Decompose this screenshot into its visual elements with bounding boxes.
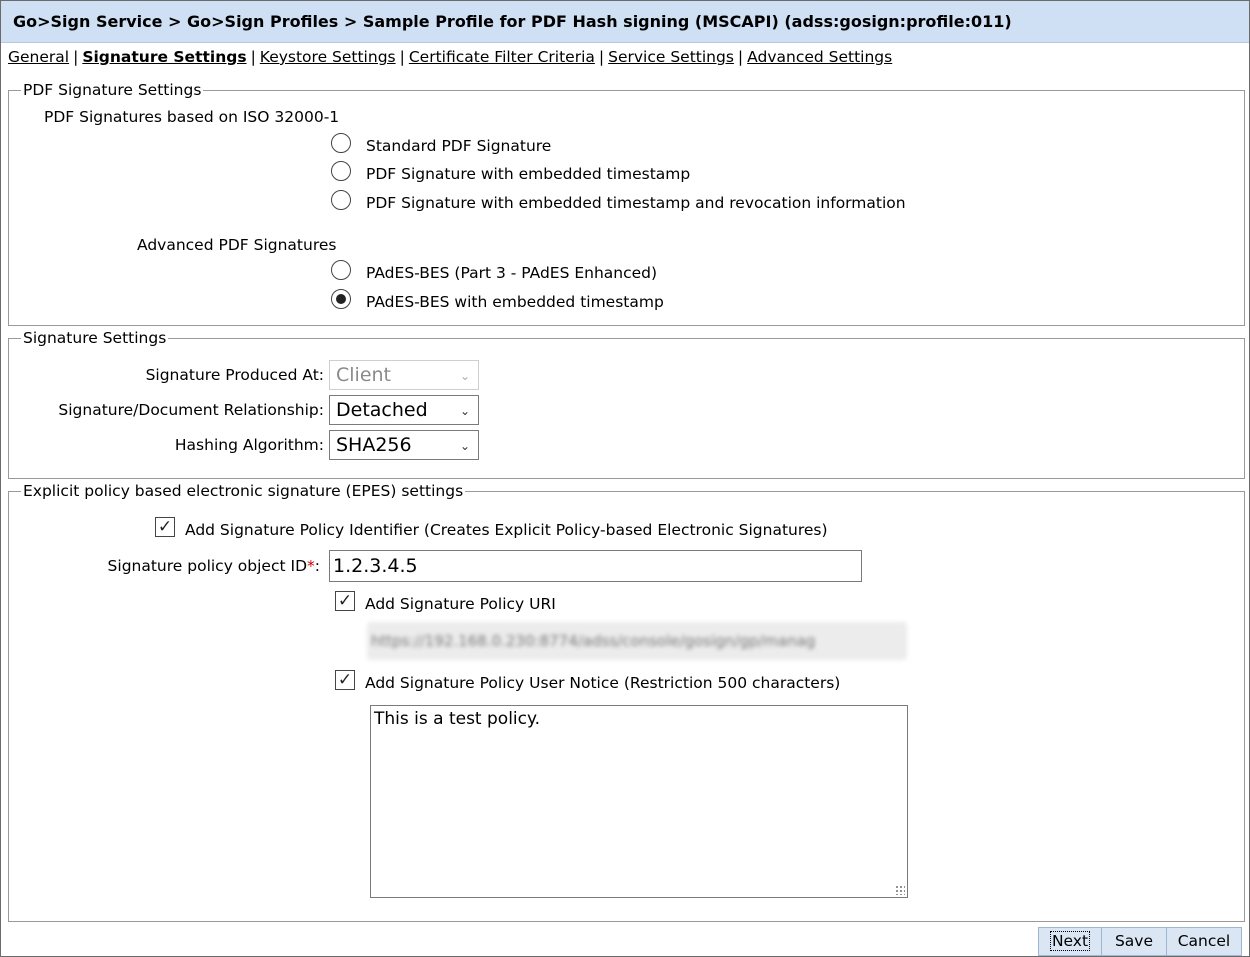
signature-settings-legend: Signature Settings (23, 329, 167, 347)
save-button[interactable]: Save (1101, 927, 1167, 956)
radio-pades-bes-label[interactable]: PAdES-BES (Part 3 - PAdES Enhanced) (366, 264, 657, 282)
radio-pades-bes-timestamp[interactable] (331, 289, 351, 309)
produced-at-label: Signature Produced At: (145, 366, 324, 384)
relationship-value: Detached (336, 399, 428, 421)
tab-advanced-settings[interactable]: Advanced Settings (747, 48, 892, 66)
tab-certificate-filter-criteria[interactable]: Certificate Filter Criteria (409, 48, 595, 66)
pdf-signature-settings-legend: PDF Signature Settings (23, 81, 202, 99)
relationship-label: Signature/Document Relationship: (58, 401, 324, 419)
tab-separator: | (250, 48, 256, 66)
tab-separator: | (399, 48, 405, 66)
add-policy-uri-checkbox[interactable]: ✓ (335, 591, 355, 611)
tab-separator: | (737, 48, 744, 66)
cancel-button-label: Cancel (1177, 932, 1231, 950)
add-user-notice-checkbox[interactable]: ✓ (335, 670, 355, 690)
add-policy-uri-label: Add Signature Policy URI (365, 595, 556, 613)
next-button[interactable]: Next (1038, 927, 1102, 956)
radio-pdf-timestamp-label[interactable]: PDF Signature with embedded timestamp (366, 165, 690, 183)
breadcrumb: Go>Sign Service > Go>Sign Profiles > Sam… (1, 1, 1249, 43)
next-button-label: Next (1049, 931, 1091, 951)
produced-at-value: Client (336, 364, 392, 386)
hashing-algorithm-value: SHA256 (336, 434, 412, 456)
add-policy-identifier-label: Add Signature Policy Identifier (Creates… (185, 521, 828, 539)
save-button-label: Save (1114, 932, 1154, 950)
check-icon: ✓ (337, 591, 353, 611)
tab-keystore-settings[interactable]: Keystore Settings (260, 48, 396, 66)
policy-oid-input[interactable]: 1.2.3.4.5 (329, 550, 862, 582)
radio-standard-pdf[interactable] (331, 133, 351, 153)
iso-signatures-label: PDF Signatures based on ISO 32000-1 (44, 108, 340, 126)
chevron-down-icon: ⌄ (459, 369, 470, 383)
chevron-down-icon: ⌄ (459, 404, 470, 418)
add-policy-identifier-checkbox[interactable]: ✓ (155, 517, 175, 537)
user-notice-textarea[interactable]: This is a test policy. (370, 705, 908, 898)
button-bar: Next Save Cancel (1038, 927, 1242, 957)
add-user-notice-label: Add Signature Policy User Notice (Restri… (365, 674, 841, 692)
radio-pdf-timestamp-revocation-label[interactable]: PDF Signature with embedded timestamp an… (366, 194, 906, 212)
check-icon: ✓ (337, 670, 353, 690)
radio-standard-pdf-label[interactable]: Standard PDF Signature (366, 137, 551, 155)
tab-general[interactable]: General (8, 48, 69, 66)
epes-settings-legend: Explicit policy based electronic signatu… (23, 482, 464, 500)
user-notice-text: This is a test policy. (374, 709, 541, 729)
policy-oid-label: Signature policy object ID*: (108, 557, 320, 575)
radio-pdf-timestamp[interactable] (331, 161, 351, 181)
policy-uri-input[interactable]: https://192.168.0.230:8774/adss/console/… (367, 622, 907, 660)
required-marker: * (307, 557, 315, 575)
tab-bar: General | Signature Settings | Keystore Sett… (8, 48, 892, 70)
radio-pades-bes-timestamp-label[interactable]: PAdES-BES with embedded timestamp (366, 293, 664, 311)
tab-signature-settings[interactable]: Signature Settings (82, 48, 246, 66)
chevron-down-icon: ⌄ (459, 439, 470, 453)
radio-pades-bes[interactable] (331, 260, 351, 280)
resize-grip-icon[interactable] (895, 885, 905, 895)
cancel-button[interactable]: Cancel (1166, 927, 1242, 956)
advanced-pdf-signatures-label: Advanced PDF Signatures (137, 236, 337, 254)
radio-pdf-timestamp-revocation[interactable] (331, 190, 351, 210)
policy-oid-label-text: Signature policy object ID (107, 557, 308, 575)
relationship-select[interactable]: Detached ⌄ (329, 395, 479, 425)
hashing-algorithm-select[interactable]: SHA256 ⌄ (329, 430, 479, 460)
tab-separator: | (73, 48, 79, 66)
check-icon: ✓ (157, 517, 173, 537)
hashing-algorithm-label: Hashing Algorithm: (174, 436, 324, 454)
tab-separator: | (598, 48, 605, 66)
policy-oid-colon: : (314, 557, 320, 575)
tab-service-settings[interactable]: Service Settings (608, 48, 734, 66)
produced-at-select: Client ⌄ (329, 360, 479, 390)
